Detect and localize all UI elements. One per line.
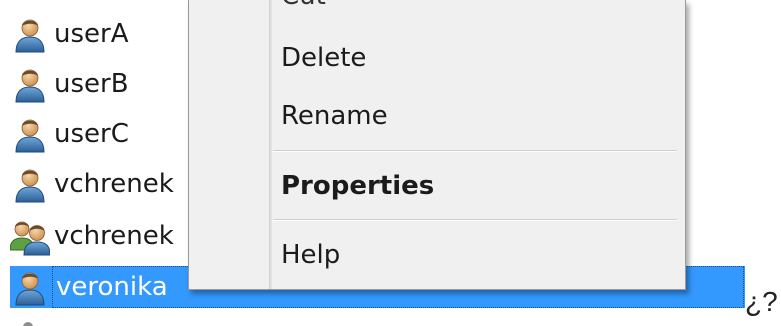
menu-item-help[interactable]: Help <box>281 235 340 275</box>
menu-item-properties[interactable]: Properties <box>281 166 434 206</box>
list-item-label: vchrenek <box>54 169 174 199</box>
list-item-userb[interactable]: userB <box>10 64 129 104</box>
group-icon <box>10 216 50 256</box>
menu-item-rename[interactable]: Rename <box>281 96 388 136</box>
list-item-label: userA <box>54 19 129 49</box>
menu-separator <box>273 150 677 152</box>
menu-icon-gutter <box>269 0 272 289</box>
list-item-label: vchrenek <box>54 221 174 251</box>
partial-user-icon <box>20 316 36 326</box>
user-icon <box>10 14 50 54</box>
trailing-question-text: ¿? <box>745 286 778 317</box>
list-item-usera[interactable]: userA <box>10 14 129 54</box>
list-item-vchrenek-group[interactable]: vchrenek <box>10 216 174 256</box>
user-icon <box>10 114 50 154</box>
screenshot-stage: userA userB userC vchrenek vchrenek vero… <box>0 0 781 326</box>
menu-item-cut[interactable]: Cut <box>281 0 326 16</box>
user-icon <box>10 64 50 104</box>
menu-item-label: Cut <box>281 0 326 11</box>
list-item-label: userC <box>54 119 129 149</box>
menu-item-delete[interactable]: Delete <box>281 38 366 78</box>
list-item-label: veronika <box>56 272 168 302</box>
user-icon <box>10 164 50 204</box>
user-icon <box>23 322 33 326</box>
user-icon <box>10 267 50 307</box>
menu-item-label: Delete <box>281 43 367 73</box>
list-item-vchrenek-user[interactable]: vchrenek <box>10 164 174 204</box>
menu-separator <box>273 219 677 221</box>
list-item-label: userB <box>54 69 129 99</box>
list-item-userc[interactable]: userC <box>10 114 129 154</box>
context-menu: Cut Delete Rename Properties Help <box>188 0 686 290</box>
menu-item-label: Rename <box>281 101 388 131</box>
menu-item-label: Properties <box>281 171 435 201</box>
menu-item-label: Help <box>281 240 341 270</box>
